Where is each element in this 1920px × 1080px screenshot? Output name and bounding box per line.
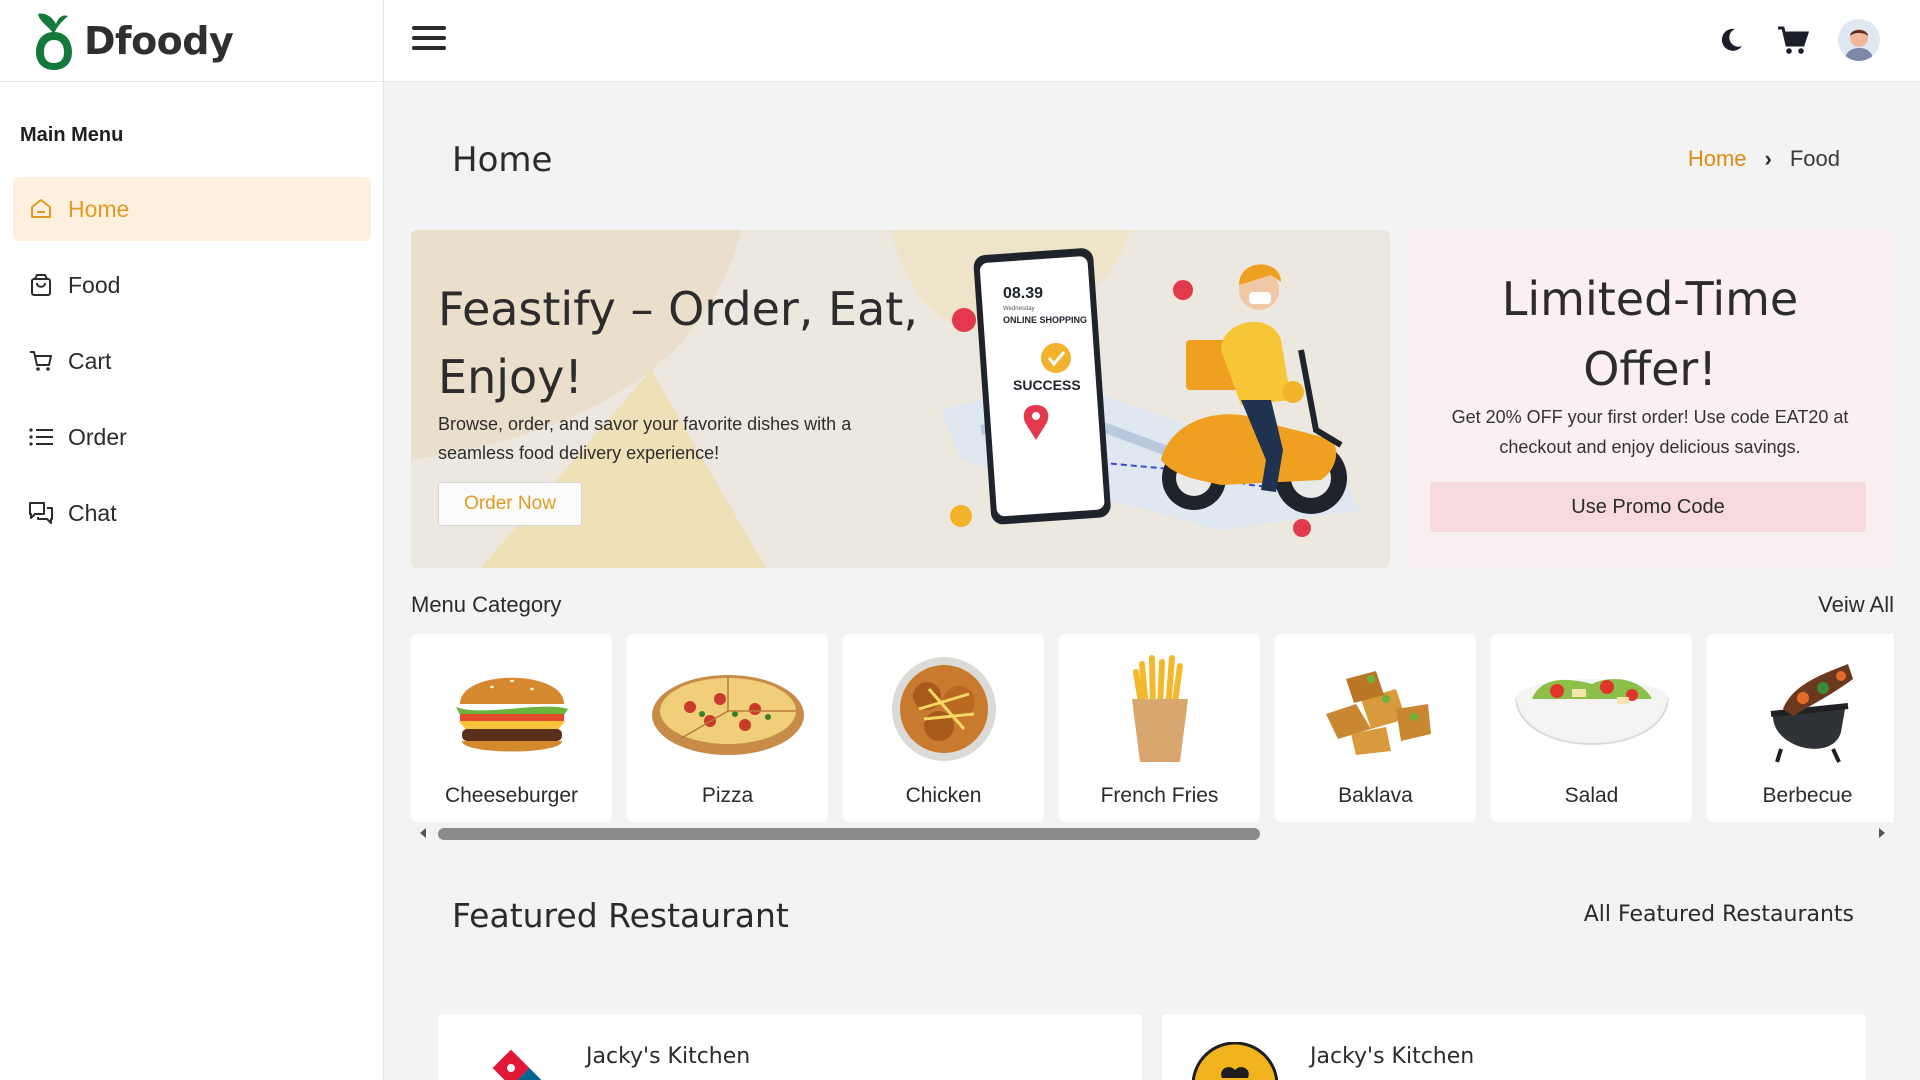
restaurant-name: Jacky's Kitchen (586, 1044, 751, 1069)
brand-name: Dfoody (84, 19, 234, 63)
sidebar-item-cart[interactable]: Cart (13, 329, 371, 393)
list-icon (28, 424, 54, 450)
restaurant-card[interactable]: Jacky's Kitchen (438, 1014, 1142, 1080)
category-carousel: Cheeseburger Pizza Chicken French Fries … (411, 634, 1894, 822)
sidebar-item-home[interactable]: Home (13, 177, 371, 241)
category-card-pizza[interactable]: Pizza (627, 634, 828, 822)
category-card-chicken[interactable]: Chicken (843, 634, 1044, 822)
hero-text: Browse, order, and savor your favorite d… (438, 414, 852, 463)
category-card-baklava[interactable]: Baklava (1275, 634, 1476, 822)
phone-day: Wednesday (1003, 306, 1035, 312)
sidebar-item-label: Order (68, 423, 127, 450)
featured-restaurant-heading: Featured Restaurant (452, 896, 789, 935)
header-actions (1714, 19, 1880, 61)
top-header: Dfoody (0, 0, 1920, 82)
category-label: Salad (1564, 784, 1619, 807)
scroll-left-arrow-icon[interactable] (417, 827, 429, 839)
category-label: Cheeseburger (444, 784, 579, 807)
user-avatar[interactable] (1838, 19, 1880, 61)
sidebar-item-chat[interactable]: Chat (13, 481, 371, 545)
offer-text: Get 20% OFF your first order! Use code E… (1451, 407, 1849, 457)
home-icon (28, 196, 54, 222)
sidebar-item-order[interactable]: Order (13, 405, 371, 469)
order-now-button[interactable]: Order Now (438, 482, 582, 526)
breadcrumb: Home › Food (1688, 146, 1840, 172)
category-card-french-fries[interactable]: French Fries (1059, 634, 1260, 822)
baklava-icon (1325, 671, 1431, 755)
delivery-illustration: 08.39 Wednesday ONLINE SHOPPING SUCCESS (941, 248, 1361, 537)
sidebar-item-food[interactable]: Food (13, 253, 371, 317)
category-label: Baklava (1338, 784, 1413, 807)
sidebar-item-label: Home (68, 195, 130, 222)
pizza-icon (651, 675, 804, 755)
category-card-salad[interactable]: Salad (1491, 634, 1692, 822)
category-label: French Fries (1100, 784, 1219, 807)
breadcrumb-current: Food (1789, 146, 1840, 171)
brand[interactable]: Dfoody (0, 0, 384, 82)
menu-category-heading: Menu Category (411, 592, 562, 617)
sidebar-item-label: Food (68, 271, 121, 298)
category-card-cheeseburger[interactable]: Cheeseburger (411, 634, 612, 822)
category-label: Chicken (905, 784, 982, 807)
phone-time: 08.39 (1003, 285, 1043, 302)
category-label: Pizza (701, 784, 754, 807)
barbecue-icon (1770, 664, 1853, 763)
cart-icon[interactable] (1776, 23, 1810, 57)
chicken-icon (891, 657, 996, 761)
scrollbar-thumb[interactable] (438, 828, 1260, 840)
domino-logo-icon (492, 1049, 548, 1080)
dfoody-logo-icon (36, 13, 72, 70)
sidebar-item-label: Cart (68, 347, 112, 374)
view-all-link[interactable]: Veiw All (1818, 592, 1894, 618)
burger-icon (455, 677, 568, 752)
restaurant-card[interactable]: Jacky's Kitchen (1162, 1014, 1866, 1080)
category-scrollbar[interactable] (411, 824, 1894, 842)
shopping-bag-icon (28, 272, 54, 298)
all-featured-restaurants-link[interactable]: All Featured Restaurants (1584, 902, 1854, 927)
phone-caption: ONLINE SHOPPING (1003, 315, 1087, 325)
sidebar-item-label: Chat (68, 499, 117, 526)
scroll-right-arrow-icon[interactable] (1876, 827, 1888, 839)
sidebar: Main Menu Home Food Cart Order Chat (0, 82, 384, 1080)
category-card-barbecue[interactable]: Berbecue (1707, 634, 1894, 822)
limited-offer-card: Limited-Time Offer! Get 20% OFF your fir… (1406, 230, 1894, 568)
chat-icon (28, 500, 54, 526)
sidebar-heading: Main Menu (20, 124, 124, 146)
salad-icon (1514, 679, 1669, 745)
offer-title: Limited-Time Offer! (1501, 272, 1799, 396)
use-promo-code-button[interactable]: Use Promo Code (1430, 482, 1866, 532)
cart-icon (28, 348, 54, 374)
hamburger-icon[interactable] (412, 26, 446, 56)
restaurant-name: Jacky's Kitchen (1310, 1044, 1475, 1069)
moon-icon[interactable] (1714, 23, 1748, 57)
category-label: Berbecue (1762, 784, 1853, 807)
breadcrumb-home-link[interactable]: Home (1688, 146, 1747, 172)
phone-status: SUCCESS (1013, 377, 1081, 393)
chef-logo-icon (1192, 1042, 1278, 1080)
chevron-right-icon: › (1764, 146, 1772, 171)
page-title: Home (452, 140, 553, 180)
fries-icon (1131, 655, 1188, 762)
hero-banner: Feastify – Order, Eat, Enjoy! Browse, or… (411, 230, 1390, 568)
hero-title: Feastify – Order, Eat, Enjoy! (438, 282, 918, 404)
sidebar-nav: Home Food Cart Order Chat (13, 177, 371, 557)
